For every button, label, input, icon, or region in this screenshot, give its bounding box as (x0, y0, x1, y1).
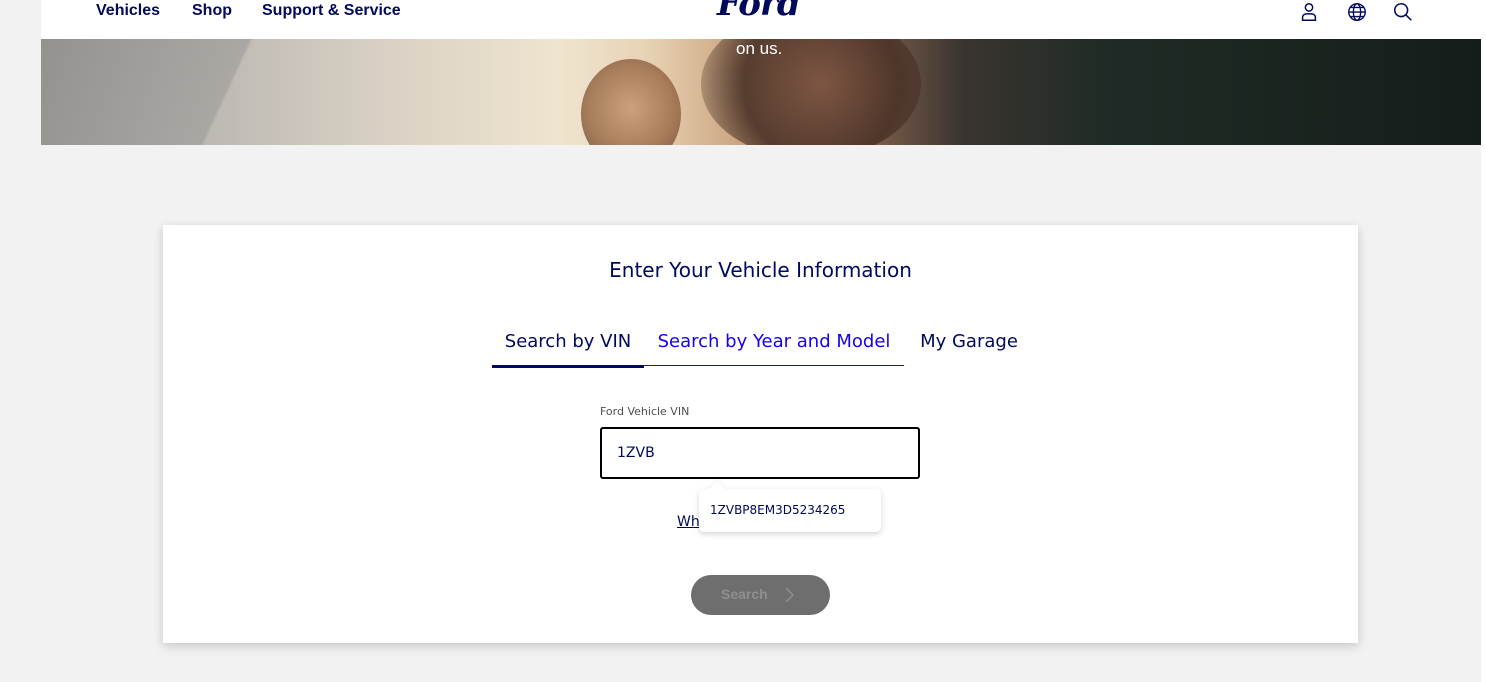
hero-background-shape (41, 39, 371, 145)
vin-autocomplete-suggestion[interactable]: 1ZVBP8EM3D5234265 (699, 480, 881, 532)
suggestion-caret (708, 480, 726, 498)
hero-adult-figure (701, 39, 921, 145)
vin-field-label: Ford Vehicle VIN (600, 405, 690, 418)
globe-icon[interactable] (1343, 0, 1371, 26)
ford-logo[interactable]: Ford (717, 0, 801, 24)
tab-label: Search by VIN (504, 331, 632, 352)
page-right-margin (1481, 0, 1486, 682)
search-icon[interactable] (1389, 0, 1417, 26)
tab-search-by-year-model[interactable]: Search by Year and Model (644, 331, 904, 366)
account-icon[interactable] (1295, 0, 1323, 26)
nav-shop-link[interactable]: Shop (192, 2, 232, 20)
vin-help-link[interactable]: Wh (677, 514, 700, 530)
vehicle-info-card: Enter Your Vehicle Information Search by… (163, 225, 1358, 643)
top-navigation-bar: Vehicles Shop Support & Service Ford (41, 0, 1481, 39)
tab-my-garage[interactable]: My Garage (919, 331, 1019, 365)
hero-image-banner: on us. (41, 39, 1481, 145)
search-button-label: Search (721, 586, 768, 602)
hero-caption: on us. (736, 39, 783, 58)
search-button[interactable]: Search (691, 575, 830, 615)
page-left-margin (0, 0, 41, 682)
hero-child-figure (581, 59, 681, 145)
card-title: Enter Your Vehicle Information (609, 258, 912, 282)
suggestion-text: 1ZVBP8EM3D5234265 (710, 503, 846, 517)
nav-vehicles-link[interactable]: Vehicles (96, 2, 160, 20)
tab-label: Search by Year and Model (657, 331, 891, 352)
tab-label: My Garage (920, 331, 1018, 352)
tab-search-by-vin[interactable]: Search by VIN (492, 331, 644, 368)
chevron-right-icon (783, 586, 795, 607)
nav-support-service-link[interactable]: Support & Service (262, 2, 401, 20)
vin-input[interactable] (600, 427, 920, 479)
